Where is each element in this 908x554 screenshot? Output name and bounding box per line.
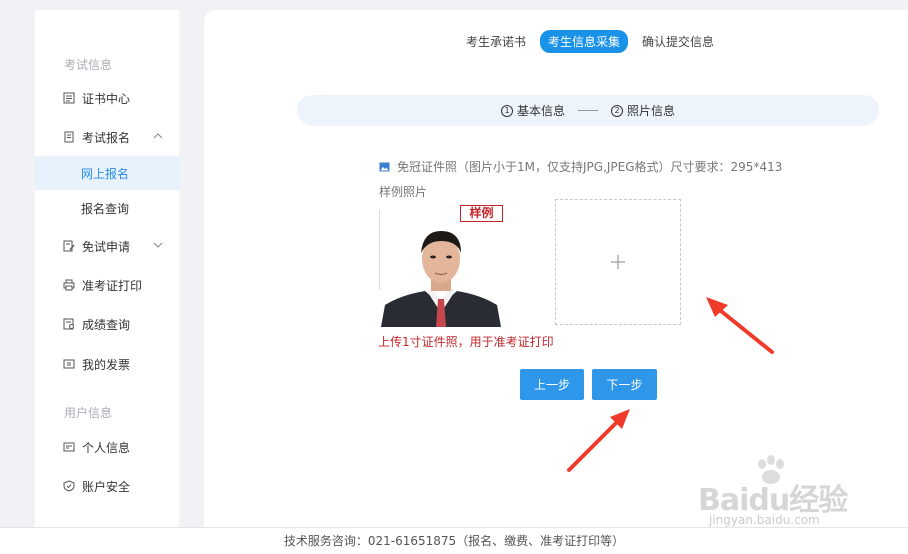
chevron-down-icon <box>153 242 163 248</box>
sidebar-item-label: 证书中心 <box>82 91 131 106</box>
step-label: 照片信息 <box>627 104 676 118</box>
id-card-icon <box>63 441 75 453</box>
document-icon <box>63 131 75 143</box>
image-icon <box>379 162 390 171</box>
sample-portrait-photo <box>381 217 501 327</box>
tab-candidate-info[interactable]: 考生信息采集 <box>540 30 629 53</box>
section-user-info: 用户信息 <box>64 406 113 420</box>
sidebar-item-personal-info[interactable]: 个人信息 <box>35 432 179 462</box>
step-basic-info: 1 基本信息 <box>500 102 565 119</box>
sidebar-item-exemption[interactable]: 免试申请 <box>35 231 179 261</box>
sidebar-item-label: 免试申请 <box>82 239 131 254</box>
step-photo-info: 2 照片信息 <box>611 102 675 119</box>
sidebar-item-score-query[interactable]: 成绩查询 <box>35 309 179 339</box>
sample-divider <box>379 210 380 290</box>
plus-icon <box>611 255 625 269</box>
previous-step-button[interactable]: 上一步 <box>520 369 584 400</box>
sidebar-item-label: 我的发票 <box>82 357 131 372</box>
sidebar: 考试信息 证书中心 考试报名 网上报名 报名查询 免试申请 准考证打印 成绩查询 <box>35 10 179 530</box>
sidebar-item-exam-reg[interactable]: 考试报名 <box>35 122 179 152</box>
tab-confirm-submit[interactable]: 确认提交信息 <box>634 30 722 53</box>
top-tabs: 考生承诺书 考生信息采集 确认提交信息 <box>458 30 728 53</box>
sidebar-item-label: 准考证打印 <box>82 278 143 293</box>
watermark-url: jingyan.baidu.com <box>709 513 820 527</box>
sidebar-item-account-security[interactable]: 账户安全 <box>35 471 179 501</box>
step-number: 2 <box>611 104 623 117</box>
chevron-up-icon <box>153 133 163 139</box>
next-step-button[interactable]: 下一步 <box>592 369 657 400</box>
shield-icon <box>63 480 75 492</box>
step-indicator: 1 基本信息 2 照片信息 <box>297 95 879 126</box>
sidebar-item-reg-query[interactable]: 报名查询 <box>35 191 179 225</box>
footer-support-info: 技术服务咨询：021-61651875（报名、缴费、准考证打印等） <box>0 527 908 554</box>
sidebar-item-invoice[interactable]: 我的发票 <box>35 349 179 379</box>
sidebar-item-online-reg[interactable]: 网上报名 <box>35 156 179 190</box>
edit-document-icon <box>63 240 75 252</box>
hint-text: 免冠证件照（图片小于1M，仅支持JPG,JPEG格式）尺寸要求：295*413 <box>397 160 783 174</box>
sidebar-item-admission-print[interactable]: 准考证打印 <box>35 270 179 300</box>
annotation-arrow-next <box>567 409 630 472</box>
sidebar-item-label: 成绩查询 <box>82 317 131 332</box>
upload-note: 上传1寸证件照，用于准考证打印 <box>378 335 554 349</box>
section-exam-info: 考试信息 <box>64 58 113 72</box>
sample-photo-label: 样例照片 <box>379 185 428 199</box>
annotation-arrow-upload <box>706 297 774 354</box>
photo-upload-box[interactable] <box>555 199 681 325</box>
step-connector <box>578 110 598 111</box>
sidebar-item-label: 账户安全 <box>82 479 131 494</box>
sample-badge: 样例 <box>460 205 503 222</box>
step-number: 1 <box>500 104 513 117</box>
printer-icon <box>63 279 75 291</box>
photo-requirement-hint: 免冠证件照（图片小于1M，仅支持JPG,JPEG格式）尺寸要求：295*413 <box>379 158 782 175</box>
sidebar-item-label: 个人信息 <box>82 440 131 455</box>
sidebar-item-label: 考试报名 <box>82 130 131 145</box>
invoice-icon <box>63 358 75 370</box>
sidebar-item-cert[interactable]: 证书中心 <box>35 83 179 113</box>
baidu-watermark: Baidu经验 jingyan.baidu.com <box>693 455 903 535</box>
main-panel: 考生承诺书 考生信息采集 确认提交信息 1 基本信息 2 照片信息 免冠证件照（… <box>204 10 908 527</box>
step-label: 基本信息 <box>516 104 565 118</box>
tab-candidate-pledge[interactable]: 考生承诺书 <box>458 30 534 53</box>
score-report-icon <box>63 318 75 330</box>
certificate-icon <box>63 92 75 104</box>
